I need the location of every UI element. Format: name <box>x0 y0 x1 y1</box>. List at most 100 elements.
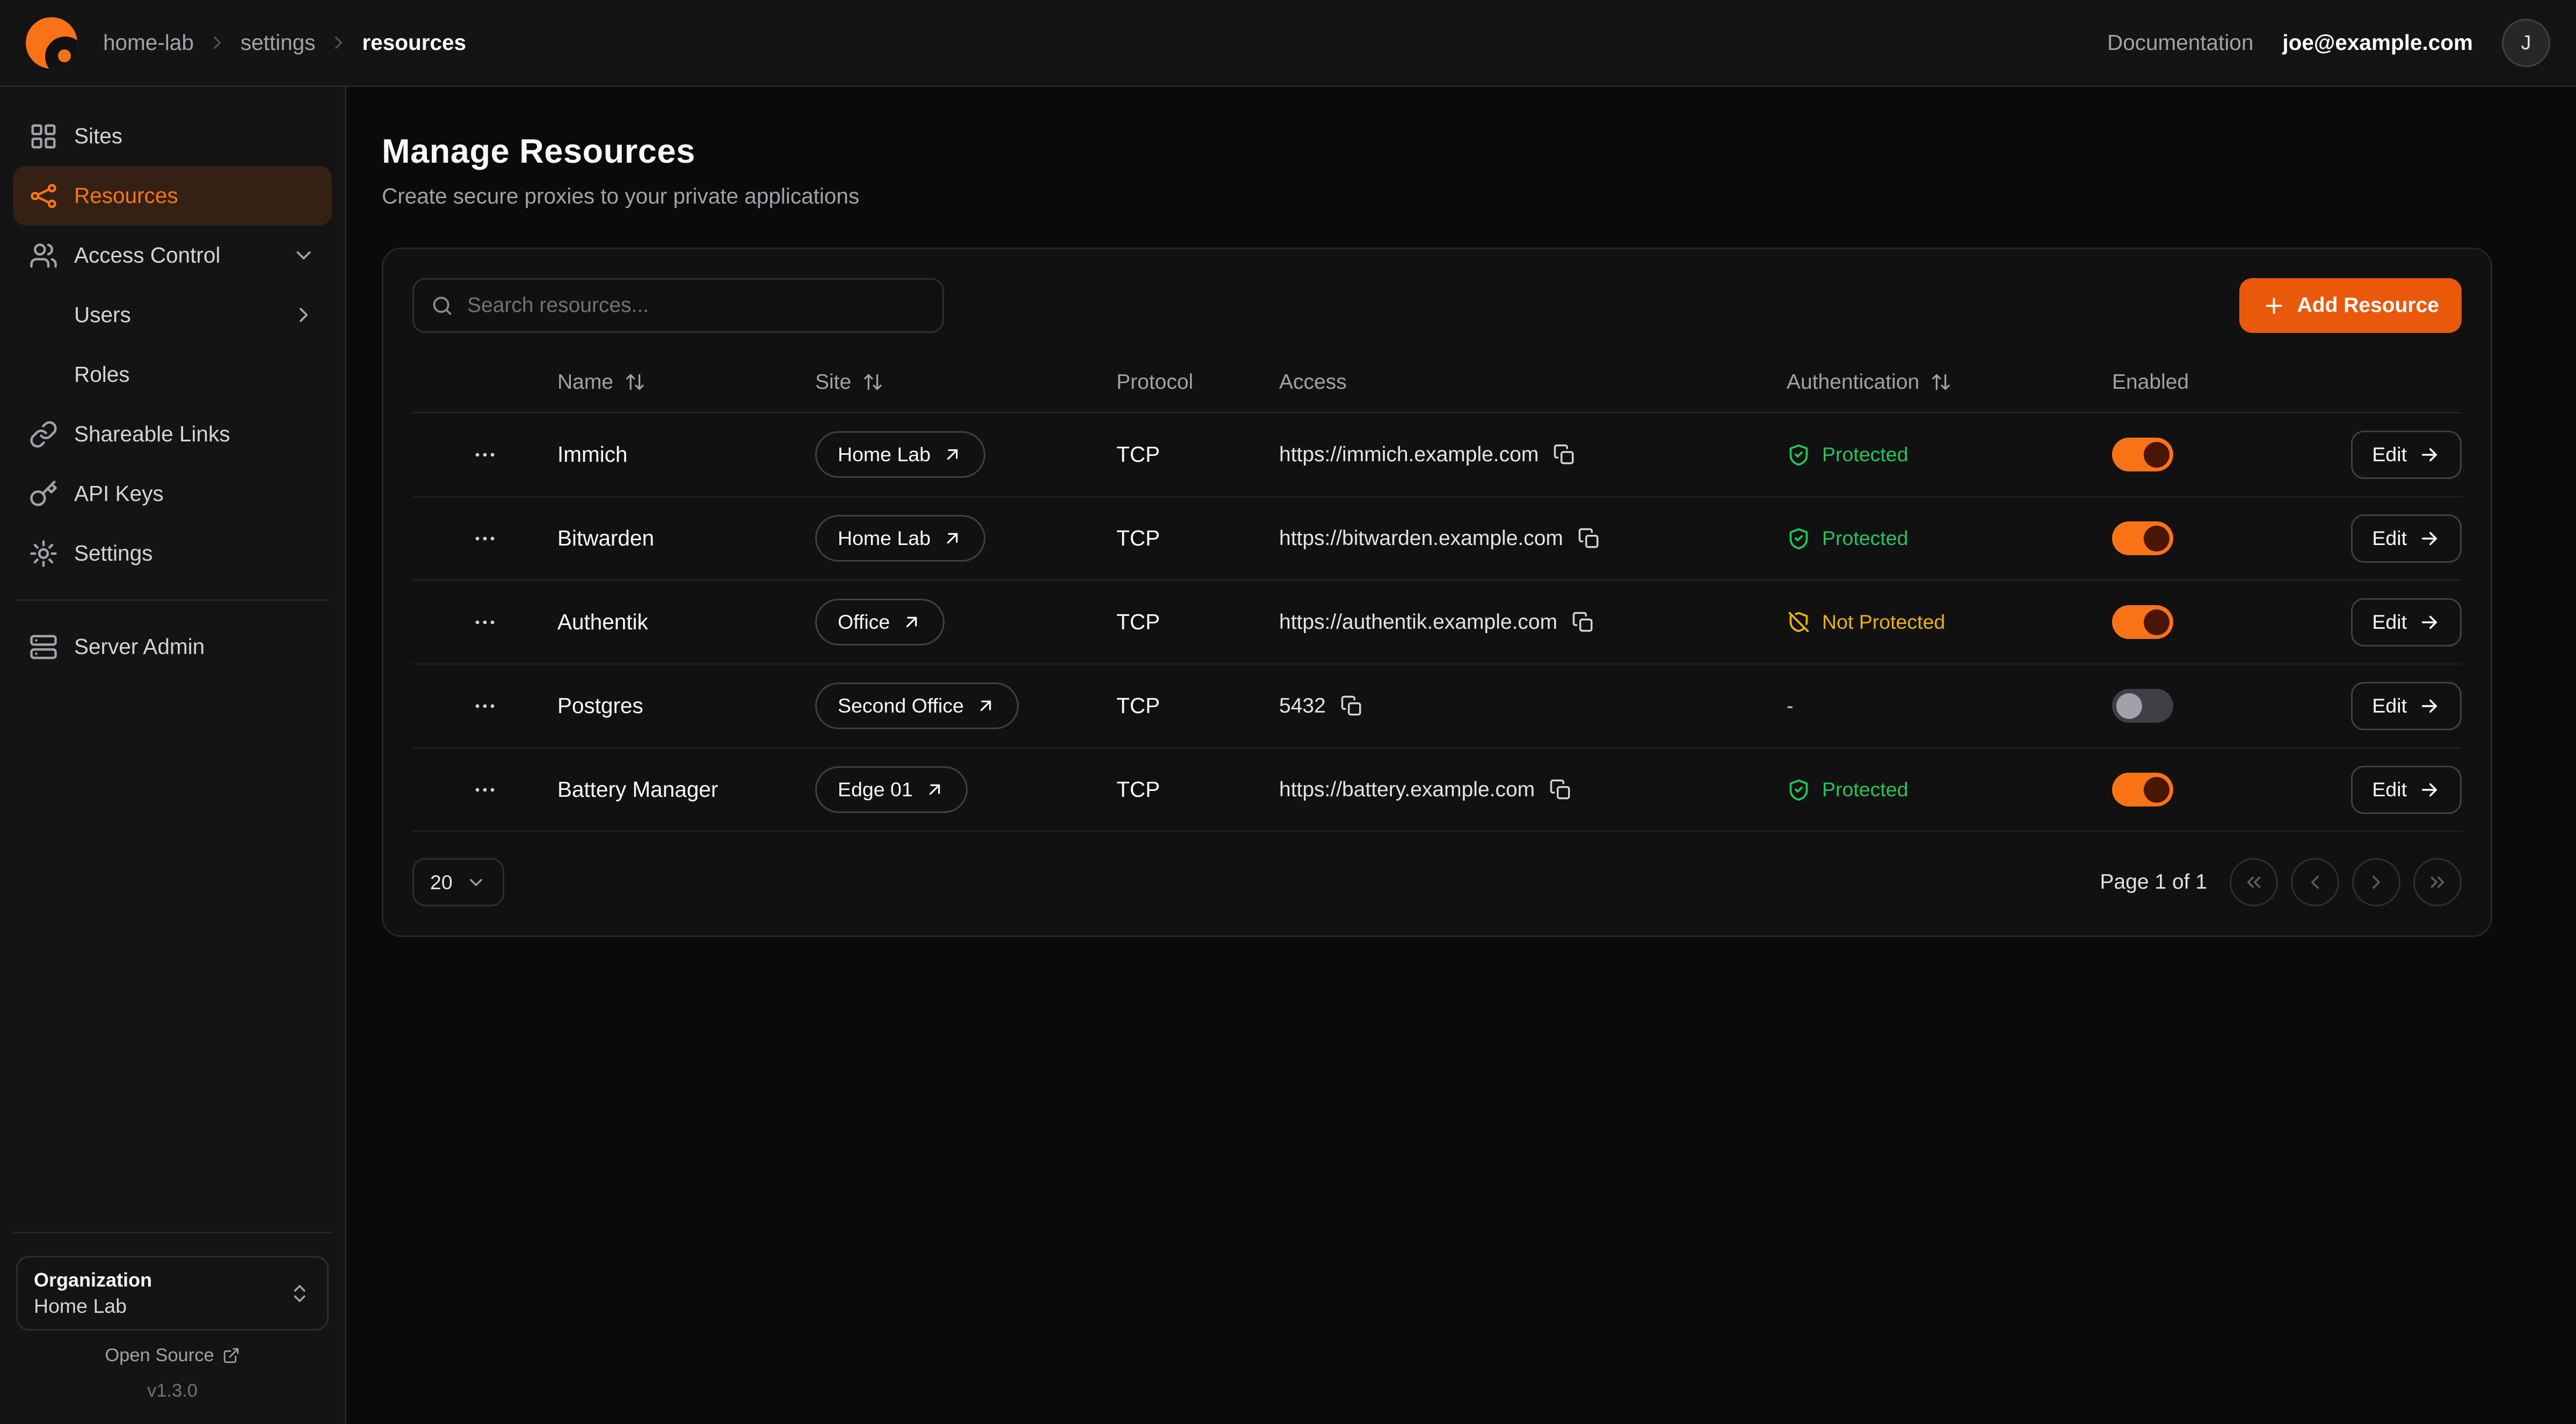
sidebar-item-server-admin[interactable]: Server Admin <box>13 617 332 677</box>
grid-icon <box>29 122 58 151</box>
site-link[interactable]: Home Lab <box>815 431 985 478</box>
open-source-link[interactable]: Open Source <box>16 1345 329 1366</box>
cell-menu <box>412 777 557 803</box>
cell-enabled <box>2112 605 2330 639</box>
arrow-up-right-icon <box>924 779 945 800</box>
chevrons-up-down-icon <box>288 1282 311 1305</box>
sidebar-bottom: Organization Home Lab Open Source v1.3.0 <box>13 1232 332 1401</box>
search-input[interactable] <box>467 294 926 317</box>
auth-status: - <box>1787 694 2112 717</box>
toggle-knob <box>2144 526 2169 551</box>
cell-site: Second Office <box>815 682 1116 729</box>
previous-page-button[interactable] <box>2291 858 2339 906</box>
table-toolbar: Add Resource <box>412 278 2462 333</box>
cell-edit: Edit <box>2330 766 2462 814</box>
header-access: Access <box>1279 370 1787 394</box>
chevron-right-icon <box>207 32 228 53</box>
row-menu-button[interactable] <box>472 442 498 468</box>
sidebar-item-settings[interactable]: Settings <box>13 524 332 583</box>
breadcrumb-settings[interactable]: settings <box>241 30 316 55</box>
site-link[interactable]: Home Lab <box>815 515 985 562</box>
enabled-toggle[interactable] <box>2112 521 2173 555</box>
header-site[interactable]: Site <box>815 370 1116 394</box>
site-link[interactable]: Edge 01 <box>815 766 968 813</box>
copy-button[interactable] <box>1340 695 1363 717</box>
add-resource-button[interactable]: Add Resource <box>2239 278 2462 333</box>
enabled-toggle[interactable] <box>2112 438 2173 471</box>
resource-protocol: TCP <box>1116 526 1279 551</box>
sidebar-item-users[interactable]: Users <box>13 285 332 345</box>
body-layout: Sites Resources Access Control Users <box>0 87 2576 1424</box>
cell-menu <box>412 693 557 719</box>
header-name[interactable]: Name <box>557 370 815 394</box>
chevron-down-icon <box>292 243 316 267</box>
cell-edit: Edit <box>2330 514 2462 563</box>
edit-button[interactable]: Edit <box>2351 682 2462 730</box>
organization-text: Organization Home Lab <box>34 1269 152 1318</box>
enabled-toggle[interactable] <box>2112 689 2173 723</box>
table-row: Immich Home Lab TCP https://immich.examp… <box>412 413 2462 497</box>
sidebar-item-sites[interactable]: Sites <box>13 106 332 166</box>
site-label: Office <box>838 611 890 634</box>
resource-protocol: TCP <box>1116 609 1279 635</box>
copy-button[interactable] <box>1572 611 1594 634</box>
access-url: https://bitwarden.example.com <box>1279 527 1563 550</box>
header-site-label: Site <box>815 370 851 394</box>
sidebar-item-label: Server Admin <box>74 634 205 659</box>
copy-icon <box>1340 695 1363 717</box>
sort-icon[interactable] <box>862 372 883 393</box>
auth-status-label: Protected <box>1822 443 1909 466</box>
sidebar-item-resources[interactable]: Resources <box>13 166 332 226</box>
auth-status-label: Not Protected <box>1822 611 1945 634</box>
shield-check-icon <box>1787 526 1811 550</box>
sidebar-item-access-control[interactable]: Access Control <box>13 226 332 285</box>
chevron-right-icon <box>2365 871 2388 893</box>
row-menu-button[interactable] <box>472 609 498 635</box>
arrow-right-icon <box>2418 695 2441 717</box>
row-menu-button[interactable] <box>472 777 498 803</box>
edit-button[interactable]: Edit <box>2351 514 2462 563</box>
sidebar-item-roles[interactable]: Roles <box>13 345 332 404</box>
organization-selector[interactable]: Organization Home Lab <box>16 1256 329 1331</box>
site-link[interactable]: Office <box>815 599 945 645</box>
breadcrumb-org[interactable]: home-lab <box>103 30 194 55</box>
table-row: Battery Manager Edge 01 TCP https://batt… <box>412 749 2462 832</box>
sort-icon[interactable] <box>625 372 645 393</box>
enabled-toggle[interactable] <box>2112 605 2173 639</box>
header-authentication[interactable]: Authentication <box>1787 370 2112 394</box>
page-size-select[interactable]: 20 <box>412 858 504 906</box>
site-link[interactable]: Second Office <box>815 682 1019 729</box>
next-page-button[interactable] <box>2352 858 2400 906</box>
edit-button[interactable]: Edit <box>2351 431 2462 479</box>
auth-status: Protected <box>1787 442 2112 467</box>
avatar[interactable]: J <box>2502 19 2550 67</box>
open-source-label: Open Source <box>105 1345 214 1366</box>
cell-site: Home Lab <box>815 515 1116 562</box>
ellipsis-icon <box>472 609 498 635</box>
resource-protocol: TCP <box>1116 693 1279 718</box>
cell-access: https://authentik.example.com <box>1279 611 1787 634</box>
last-page-button[interactable] <box>2413 858 2462 906</box>
row-menu-button[interactable] <box>472 526 498 551</box>
sidebar-item-shareable-links[interactable]: Shareable Links <box>13 404 332 464</box>
app-logo-icon[interactable] <box>26 17 77 69</box>
sidebar-item-api-keys[interactable]: API Keys <box>13 464 332 524</box>
edit-button[interactable]: Edit <box>2351 766 2462 814</box>
resource-protocol: TCP <box>1116 442 1279 467</box>
sort-icon[interactable] <box>1931 372 1951 393</box>
copy-button[interactable] <box>1553 444 1576 466</box>
toggle-knob <box>2144 442 2169 468</box>
cell-enabled <box>2112 438 2330 471</box>
user-email[interactable]: joe@example.com <box>2282 30 2473 55</box>
copy-button[interactable] <box>1549 779 1572 801</box>
resource-name: Bitwarden <box>557 526 815 551</box>
resources-icon <box>29 181 58 210</box>
copy-button[interactable] <box>1578 527 1600 550</box>
edit-button[interactable]: Edit <box>2351 598 2462 646</box>
cell-site: Edge 01 <box>815 766 1116 813</box>
row-menu-button[interactable] <box>472 693 498 719</box>
header-enabled: Enabled <box>2112 370 2330 394</box>
first-page-button[interactable] <box>2230 858 2278 906</box>
documentation-link[interactable]: Documentation <box>2107 30 2253 55</box>
enabled-toggle[interactable] <box>2112 773 2173 807</box>
